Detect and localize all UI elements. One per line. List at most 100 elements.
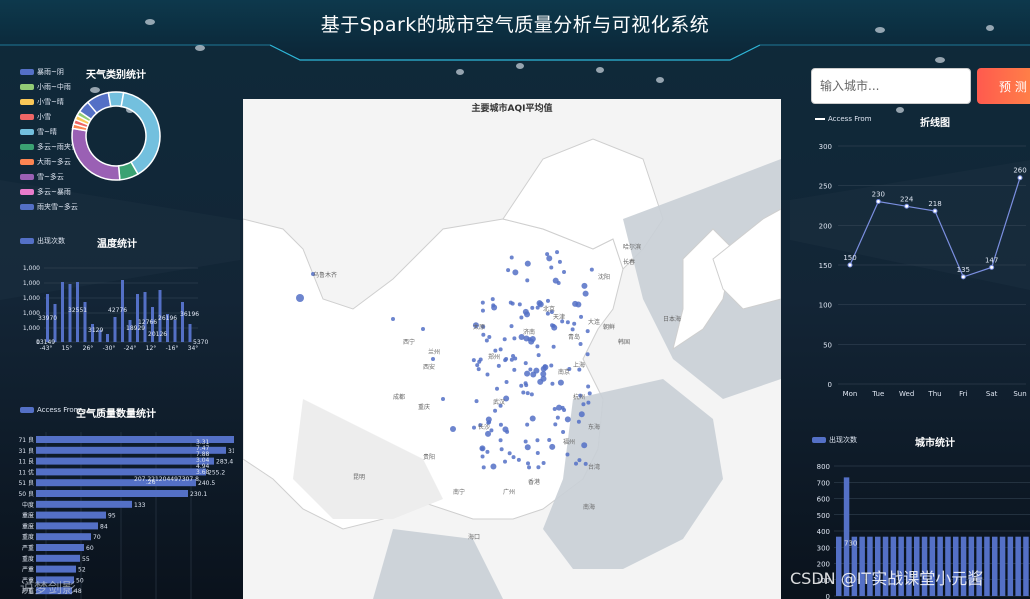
city-aqi-dot[interactable]	[547, 438, 552, 443]
city-aqi-dot[interactable]	[476, 367, 481, 372]
city-aqi-dot[interactable]	[552, 277, 559, 284]
city-aqi-dot[interactable]	[541, 461, 546, 466]
city-aqi-dot[interactable]	[490, 297, 495, 302]
temp-bar[interactable]	[181, 302, 184, 342]
line-point[interactable]	[904, 203, 910, 209]
city-aqi-dot[interactable]	[589, 267, 594, 272]
temp-bar[interactable]	[136, 294, 139, 342]
city-aqi-dot[interactable]	[480, 454, 485, 459]
city-aqi-dot[interactable]	[529, 392, 534, 397]
city-aqi-dot[interactable]	[523, 439, 528, 444]
city-aqi-dot[interactable]	[528, 338, 535, 345]
city-aqi-dot[interactable]	[579, 314, 584, 319]
city-aqi-dot[interactable]	[509, 357, 514, 362]
city-aqi-dot[interactable]	[586, 400, 591, 405]
city-aqi-dot[interactable]	[527, 465, 532, 470]
city-aqi-dot[interactable]	[493, 348, 498, 353]
city-aqi-dot[interactable]	[549, 443, 556, 450]
city-aqi-dot[interactable]	[481, 332, 486, 337]
city-aqi-dot[interactable]	[485, 430, 492, 437]
city-bar[interactable]	[992, 536, 998, 596]
city-aqi-dot[interactable]	[549, 363, 554, 368]
city-aqi-dot[interactable]	[575, 301, 582, 308]
city-bar[interactable]	[1015, 536, 1021, 596]
city-aqi-dot[interactable]	[490, 463, 497, 470]
city-aqi-dot[interactable]	[577, 458, 582, 463]
line-point[interactable]	[960, 274, 966, 280]
city-aqi-dot[interactable]	[525, 391, 530, 396]
temp-bar[interactable]	[106, 334, 109, 342]
city-aqi-dot[interactable]	[528, 367, 533, 372]
city-aqi-dot[interactable]	[550, 381, 555, 386]
city-aqi-dot[interactable]	[512, 269, 519, 276]
city-aqi-dot[interactable]	[498, 347, 503, 352]
city-aqi-dot[interactable]	[496, 363, 501, 368]
city-aqi-dot[interactable]	[491, 303, 496, 308]
aqi-bar[interactable]	[36, 500, 132, 508]
city-aqi-dot[interactable]	[498, 422, 503, 427]
city-aqi-dot[interactable]	[509, 255, 514, 260]
city-aqi-dot[interactable]	[555, 415, 560, 420]
city-aqi-dot[interactable]	[485, 416, 492, 423]
city-aqi-dot[interactable]	[509, 324, 514, 329]
city-aqi-dot[interactable]	[431, 357, 435, 361]
line-point[interactable]	[875, 199, 881, 205]
city-aqi-dot[interactable]	[296, 294, 304, 302]
city-aqi-dot[interactable]	[503, 459, 508, 464]
aqi-bar[interactable]	[36, 544, 84, 551]
city-aqi-dot[interactable]	[581, 282, 588, 289]
aqi-bar[interactable]	[36, 511, 106, 519]
city-aqi-dot[interactable]	[530, 371, 537, 378]
pie-legend-item[interactable]: 雪~晴	[20, 127, 57, 137]
line-point[interactable]	[989, 264, 995, 270]
city-aqi-dot[interactable]	[493, 408, 498, 413]
city-aqi-dot[interactable]	[484, 338, 489, 343]
city-aqi-dot[interactable]	[471, 358, 476, 363]
city-aqi-dot[interactable]	[581, 442, 588, 449]
city-aqi-dot[interactable]	[574, 461, 579, 466]
city-aqi-dot[interactable]	[565, 452, 570, 457]
city-aqi-dot[interactable]	[572, 321, 577, 326]
aqi-bar[interactable]	[36, 565, 76, 573]
city-aqi-dot[interactable]	[485, 372, 490, 377]
city-bar[interactable]	[999, 536, 1006, 596]
city-aqi-dot[interactable]	[540, 375, 547, 382]
city-aqi-dot[interactable]	[480, 308, 485, 313]
city-aqi-dot[interactable]	[535, 305, 540, 310]
temp-bar[interactable]	[113, 317, 117, 342]
city-aqi-dot[interactable]	[477, 359, 482, 364]
city-aqi-dot[interactable]	[581, 402, 586, 407]
city-aqi-dot[interactable]	[475, 363, 480, 368]
aqi-bar[interactable]	[36, 457, 214, 465]
city-bar[interactable]	[984, 536, 990, 596]
city-aqi-dot[interactable]	[585, 352, 590, 357]
temp-bar[interactable]	[61, 282, 64, 342]
city-aqi-dot[interactable]	[557, 379, 564, 386]
city-aqi-dot[interactable]	[504, 380, 509, 385]
line-point[interactable]	[1017, 175, 1023, 181]
city-aqi-dot[interactable]	[524, 370, 531, 377]
city-aqi-dot[interactable]	[480, 300, 485, 305]
temp-bar[interactable]	[188, 324, 192, 342]
city-aqi-dot[interactable]	[507, 451, 512, 456]
city-aqi-dot[interactable]	[586, 384, 591, 389]
city-aqi-dot[interactable]	[553, 422, 558, 427]
city-aqi-dot[interactable]	[536, 465, 541, 470]
city-aqi-dot[interactable]	[535, 438, 540, 443]
city-aqi-dot[interactable]	[521, 390, 526, 395]
city-aqi-dot[interactable]	[506, 268, 511, 273]
city-aqi-dot[interactable]	[485, 449, 490, 454]
city-aqi-dot[interactable]	[498, 438, 503, 443]
pie-legend-item[interactable]: 雨夹雪~多云	[20, 202, 78, 212]
city-aqi-dot[interactable]	[526, 461, 531, 466]
city-aqi-dot[interactable]	[511, 354, 516, 359]
city-aqi-dot[interactable]	[524, 260, 531, 267]
city-bar[interactable]	[1007, 536, 1014, 596]
city-aqi-dot[interactable]	[472, 425, 477, 430]
pie-legend-item[interactable]: 雪~多云	[20, 172, 64, 182]
city-aqi-dot[interactable]	[525, 278, 530, 283]
city-aqi-dot[interactable]	[545, 298, 550, 303]
city-aqi-dot[interactable]	[549, 265, 554, 270]
city-aqi-dot[interactable]	[516, 457, 521, 462]
city-aqi-dot[interactable]	[585, 329, 590, 334]
